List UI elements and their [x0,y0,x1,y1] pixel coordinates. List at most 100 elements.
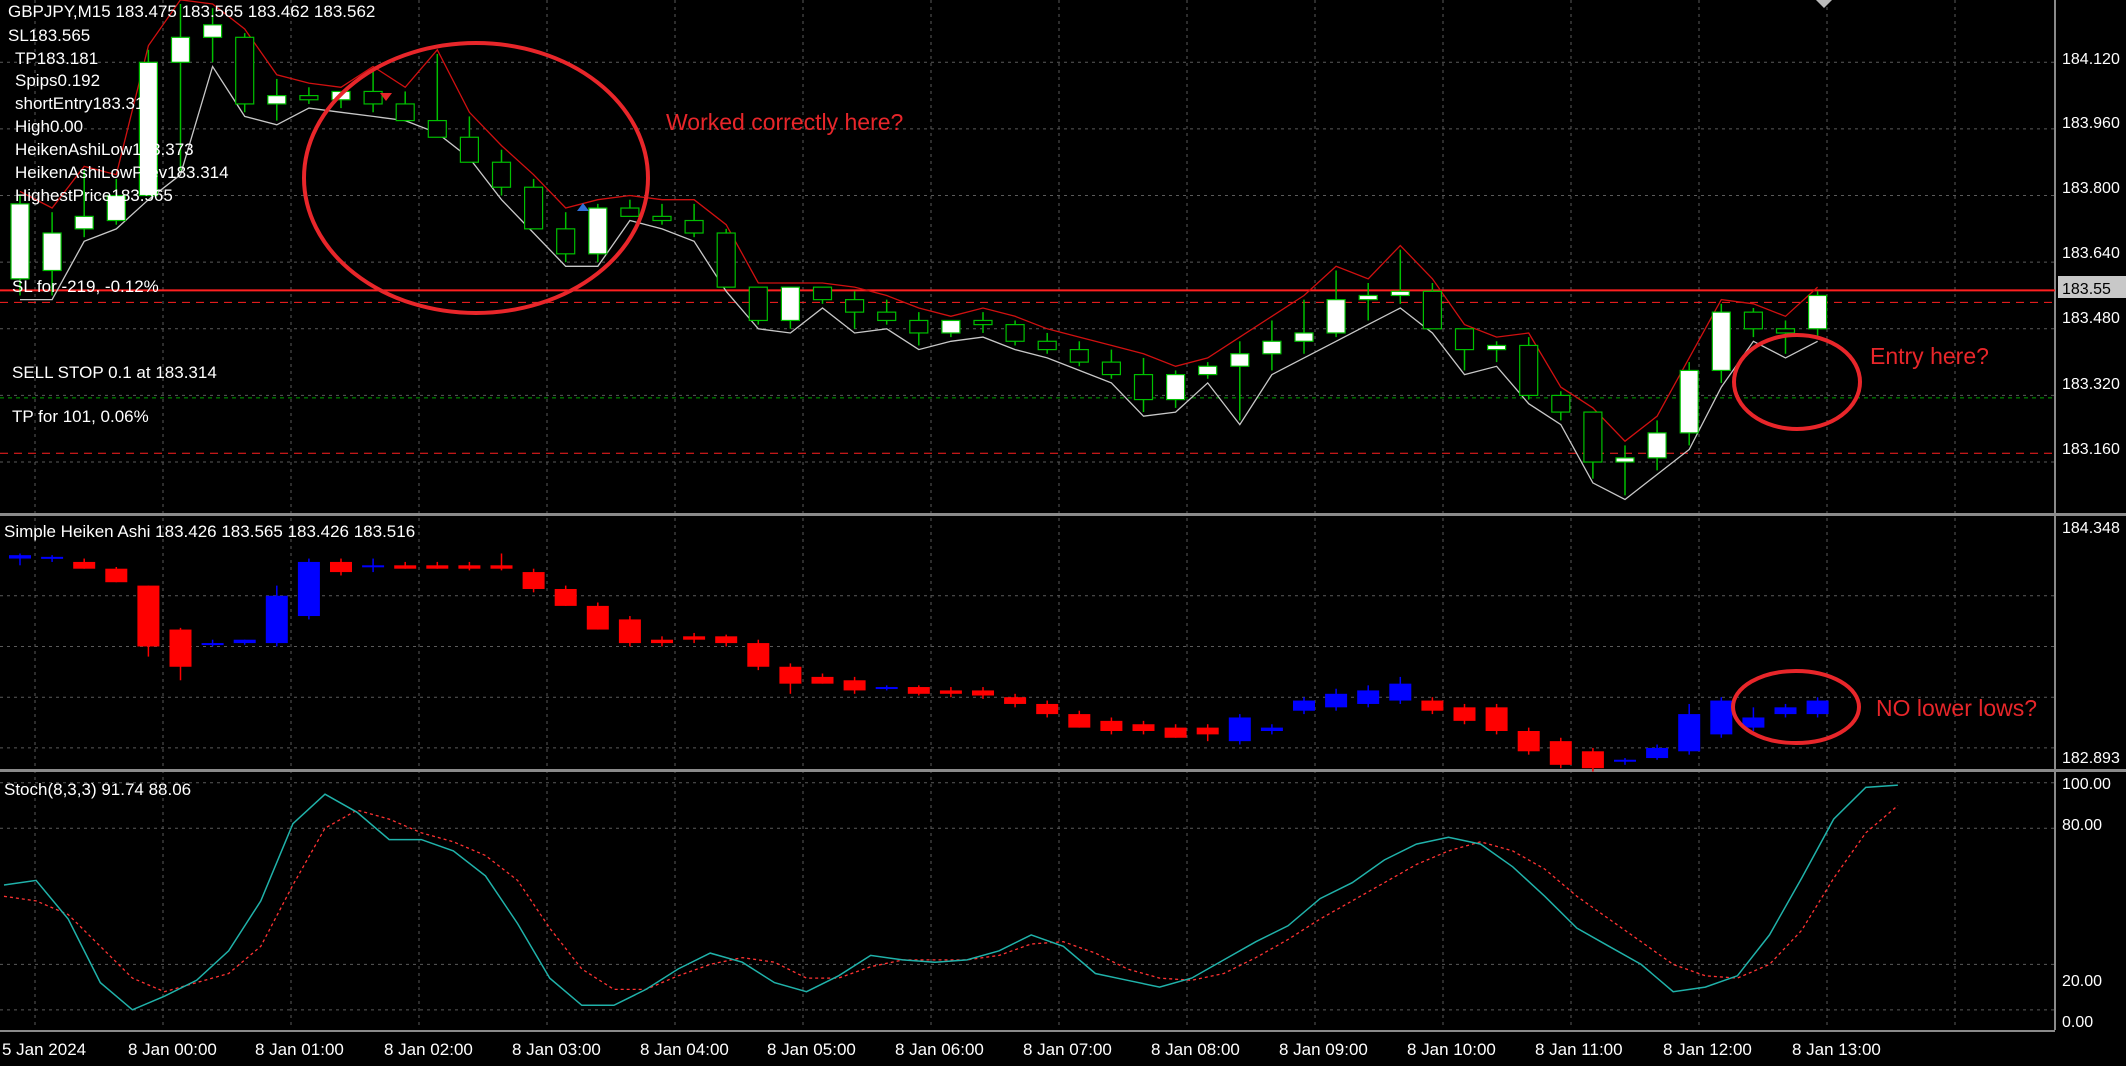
ha-candle-bear [394,565,417,569]
ha-pane-header: Simple Heiken Ashi 183.426 183.565 183.4… [4,522,415,541]
axis-label: 183.640 [2062,245,2120,262]
candle-bear [684,219,704,234]
ha-candle-bear [1453,707,1476,721]
candle-bear [812,286,833,301]
candle-bear [427,119,447,138]
axis-label: 182.893 [2062,750,2120,767]
ha-candle-bear [972,690,994,696]
candle-bull [1711,311,1731,372]
info-line: HeikenAshiLow183.373 [15,140,194,159]
candle-bear [1454,328,1475,351]
candle-bear [877,311,897,322]
candle-bear [1519,344,1539,397]
axis-label: 183.800 [2062,180,2120,197]
time-label: 8 Jan 07:00 [1023,1040,1112,1059]
candle-bull [941,319,961,334]
ha-candle-bull [1357,690,1380,704]
ha-candle-bear [1581,751,1604,769]
candle-bear [652,215,672,222]
candle-bear [1743,311,1764,330]
ha-candle-bear [907,687,930,694]
candle-bull [588,207,608,255]
ha-candle-bull [1646,747,1669,759]
candle-bull [780,286,801,322]
candle-bear [1775,328,1796,334]
ha-candle-bear [683,636,706,640]
time-label: 8 Jan 13:00 [1792,1040,1881,1059]
candle-bear [1551,394,1571,413]
candle-bear [1583,411,1603,463]
ha-candle-bear [137,585,160,647]
axis-label: 184.120 [2062,51,2120,68]
pane-separator [0,769,2126,772]
candle-bear [748,286,768,322]
candle-bull [1390,290,1410,297]
sell-stop-label: SELL STOP 0.1 at 183.314 [12,363,217,382]
ha-candle-bear [1004,697,1027,704]
candle-bear [844,299,865,313]
axis-label: 183.320 [2062,376,2120,393]
candle-bull [1807,294,1828,330]
ha-candle-bull [1325,693,1348,708]
time-label: 8 Jan 05:00 [767,1040,856,1059]
candle-bear [1069,349,1089,363]
candle-bear [491,161,512,188]
axis-label: 183.960 [2062,115,2120,132]
ha-candle-bull [1774,707,1797,715]
axis-label: 0.00 [2062,1014,2093,1031]
annotation-text: Worked correctly here? [666,109,903,135]
time-label: 5 Jan 2024 [2,1040,86,1059]
annotation-text: Entry here? [1870,343,1989,369]
time-label: 8 Jan 09:00 [1279,1040,1368,1059]
candle-bear [716,232,736,288]
time-label: 8 Jan 12:00 [1663,1040,1752,1059]
ha-candle-bear [1421,700,1444,711]
annotation-text: NO lower lows? [1876,695,2037,721]
ha-candle-bear [651,639,673,644]
ha-candle-bull [297,561,320,617]
candle-bear [459,136,479,163]
chart-window[interactable]: GBPJPY,M15 183.475 183.565 183.462 183.5… [0,0,2126,1066]
candle-bull [1615,457,1635,463]
info-line: Spips0.192 [15,71,100,90]
info-line: HeikenAshiLowPrev183.314 [15,163,229,182]
pane-separator [0,513,2126,516]
ha-candle-bull [875,687,898,690]
ha-candle-bull [9,555,31,559]
ha-candle-bear [522,572,545,589]
candle-bull [10,203,30,280]
sl-label: SL for -219, -0.12% [12,277,159,296]
candle-bear [395,103,415,122]
time-axis[interactable]: 5 Jan 2024 8 Jan 00:00 8 Jan 01:00 8 Jan… [2,1040,1881,1059]
candle-bull [1294,332,1314,342]
candle-bear [235,36,255,105]
candle-bull [170,36,191,63]
ha-candle-bull [1614,759,1636,762]
candle-bull [1358,294,1378,301]
ha-candle-bear [426,565,449,569]
ha-candle-bull [1228,717,1251,742]
ha-candle-bear [939,690,962,694]
candle-bull [1647,432,1667,459]
candle-bear [1037,340,1057,351]
ha-candle-bull [233,639,256,644]
time-label: 8 Jan 06:00 [895,1040,984,1059]
time-label: 8 Jan 11:00 [1535,1040,1623,1059]
info-line: TP183.181 [15,49,98,68]
ha-candle-bull [1389,683,1412,701]
info-line: High0.00 [15,117,83,136]
axis-label: 100.00 [2062,776,2111,793]
ha-candle-bear [1517,731,1540,752]
ha-candle-bull [1678,714,1701,752]
ha-candle-bear [490,565,513,569]
axis-label: 20.00 [2062,973,2102,990]
ha-candle-bear [747,643,770,667]
ha-candle-bear [1036,703,1059,715]
candle-bull [1679,369,1699,434]
ha-candle-bear [811,676,834,684]
time-label: 8 Jan 10:00 [1407,1040,1496,1059]
ha-candle-bear [1549,741,1572,765]
candle-bull [1326,299,1346,334]
info-line: SL183.565 [8,26,90,45]
main-pane-header: GBPJPY,M15 183.475 183.565 183.462 183.5… [8,2,375,21]
